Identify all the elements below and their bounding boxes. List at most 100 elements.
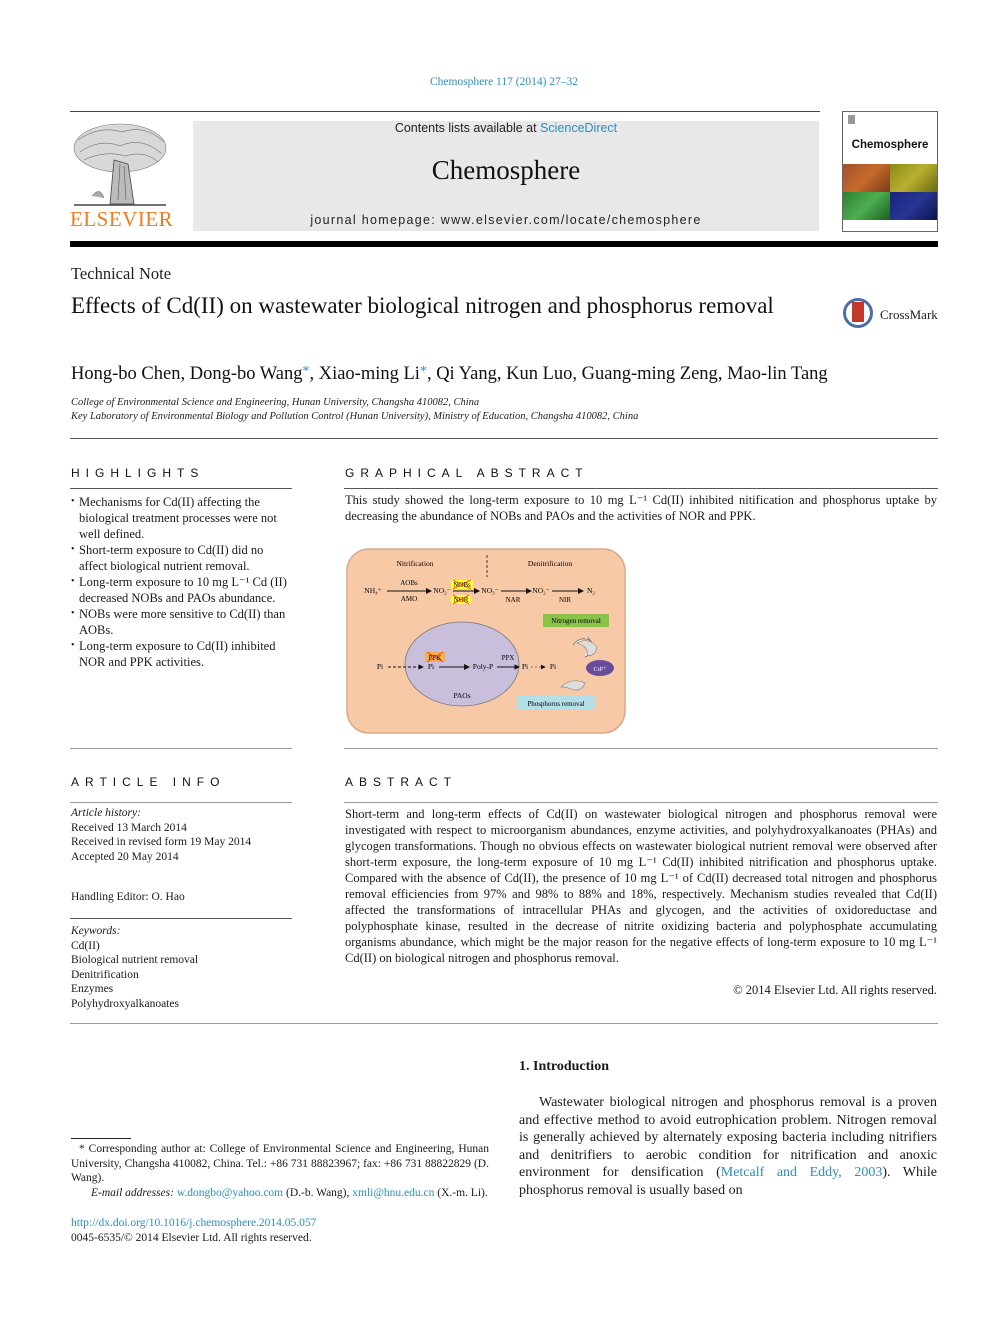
pi-inside-label: Pi [428, 662, 434, 671]
introduction-text: Wastewater biological nitrogen and phosp… [519, 1094, 937, 1199]
cover-tile-orange [843, 164, 890, 192]
abstract-rule [344, 802, 938, 803]
author: Mao-lin Tang [727, 364, 828, 384]
amo-label: AMO [401, 595, 417, 603]
journal-homepage[interactable]: journal homepage: www.elsevier.com/locat… [193, 213, 819, 227]
doi-link[interactable]: http://dx.doi.org/10.1016/j.chemosphere.… [71, 1216, 316, 1231]
affiliation: College of Environmental Science and Eng… [71, 397, 480, 408]
nh4-label: NH₄⁺ [364, 586, 381, 595]
email-link-wang[interactable]: w.dongbo@yahoo.com [177, 1187, 283, 1199]
pi-release-label: Pi [522, 662, 528, 671]
keywords-rule [70, 918, 292, 919]
article-info-heading: ARTICLE INFO [71, 775, 226, 789]
nir-label: NIR [559, 596, 571, 604]
graphical-abstract-rule [344, 488, 938, 489]
abstract-bottom-rule [70, 1023, 938, 1024]
no2-label: NO₂⁻ [433, 586, 450, 595]
cd-ion-label: Cd²⁺ [594, 666, 608, 673]
keyword: Denitrification [71, 968, 139, 981]
author: Dong-bo Wang [189, 364, 303, 384]
abstract-copyright: © 2014 Elsevier Ltd. All rights reserved… [733, 983, 937, 997]
corresponding-author-marker[interactable]: * [420, 364, 427, 379]
author: Guang-ming Zeng [581, 364, 718, 384]
highlight-item: NOBs were more sensitive to Cd(II) than … [71, 606, 293, 638]
elsevier-logo[interactable]: ELSEVIER [70, 120, 174, 232]
email-line: E-mail addresses: w.dongbo@yahoo.com (D.… [71, 1186, 489, 1201]
corresponding-author-note: * Corresponding author at: College of En… [71, 1143, 489, 1184]
graphical-abstract-text: This study showed the long-term exposure… [345, 493, 937, 523]
footnote-rule [71, 1138, 131, 1139]
highlights-rule [70, 488, 292, 489]
highlights-list: Mechanisms for Cd(II) affecting the biol… [71, 494, 293, 670]
author: Hong-bo Chen [71, 364, 181, 384]
journal-cover-thumbnail[interactable]: Chemosphere [842, 111, 938, 232]
article-title: Effects of Cd(II) on wastewater biologic… [71, 293, 774, 318]
citation-link[interactable]: Metcalf and Eddy, 2003 [721, 1165, 883, 1180]
sciencedirect-link[interactable]: ScienceDirect [540, 121, 617, 135]
corresponding-author-marker[interactable]: * [302, 364, 309, 379]
no2-label-2: NO₂⁻ [532, 586, 549, 595]
author-list: Hong-bo Chen, Dong-bo Wang*, Xiao-ming L… [71, 364, 828, 384]
history-accepted: Accepted 20 May 2014 [71, 850, 179, 863]
ppk-label: PPK [429, 654, 442, 662]
graphical-abstract-heading: GRAPHICAL ABSTRACT [345, 466, 589, 480]
email-owner: (D.-b. Wang), [283, 1186, 350, 1199]
cover-tile-yellow [890, 164, 937, 192]
nar-label: NAR [506, 596, 521, 604]
history-revised: Received in revised form 19 May 2014 [71, 836, 252, 848]
article-info-rule [70, 802, 292, 803]
title-block-rule [70, 438, 938, 439]
crossmark-button[interactable]: CrossMark [843, 298, 943, 334]
elsevier-tree-icon [73, 123, 167, 206]
no3-label: NO₃⁻ [481, 586, 498, 595]
journal-reference-link[interactable]: Chemosphere 117 (2014) 27–32 [0, 76, 992, 88]
affiliation: Key Laboratory of Environmental Biology … [71, 411, 639, 422]
pi-final-label: Pi [550, 662, 556, 671]
cover-elsevier-icon [848, 115, 855, 124]
cover-tile-green [843, 192, 890, 220]
contents-prefix: Contents lists available at [394, 121, 541, 135]
nitrogen-removal-label: Nitrogen removal [551, 617, 601, 625]
contents-line: Contents lists available at ScienceDirec… [193, 121, 819, 135]
keywords-label: Keywords: [71, 925, 121, 937]
highlight-item: Mechanisms for Cd(II) affecting the biol… [71, 494, 293, 542]
issn-copyright: 0045-6535/© 2014 Elsevier Ltd. All right… [71, 1232, 312, 1244]
journal-title: Chemosphere [431, 155, 581, 185]
pi-outside-label: Pi [377, 662, 383, 671]
footnote-block: * Corresponding author at: College of En… [71, 1142, 489, 1200]
abstract-text: Short-term and long-term effects of Cd(I… [345, 807, 937, 965]
keyword: Biological nutrient removal [71, 954, 199, 966]
crossmark-label: CrossMark [880, 307, 938, 322]
elsevier-wordmark: ELSEVIER [70, 207, 174, 231]
paos-label: PAOs [453, 691, 470, 700]
article-history-label: Article history: [71, 807, 141, 819]
highlight-item: Long-term exposure to 10 mg L⁻¹ Cd (II) … [71, 574, 293, 606]
ppx-label: PPX [502, 654, 515, 662]
graphical-abstract-figure[interactable]: Nitrification Denitrification NH₄⁺ AOBs … [345, 547, 627, 735]
crossmark-ribbon-icon [852, 302, 864, 322]
doi-block: http://dx.doi.org/10.1016/j.chemosphere.… [71, 1216, 316, 1246]
article-history: Article history: Received 13 March 2014 … [71, 806, 251, 864]
email-label: E-mail addresses: [91, 1186, 174, 1199]
email-link-li[interactable]: xmli@hnu.edu.cn [352, 1187, 434, 1199]
author: Kun Luo [506, 364, 573, 384]
keyword: Enzymes [71, 983, 114, 995]
polyp-label: Poly-P [473, 662, 493, 671]
history-received: Received 13 March 2014 [71, 821, 187, 834]
highlight-item: Short-term exposure to Cd(II) did no aff… [71, 542, 293, 574]
journal-banner: Contents lists available at ScienceDirec… [193, 121, 819, 231]
email-owner: (X.-m. Li). [434, 1186, 488, 1199]
article-type: Technical Note [71, 264, 172, 283]
phosphorus-removal-label: Phosphorus removal [527, 700, 584, 708]
keyword: Polyhydroxyalkanoates [71, 997, 179, 1010]
abstract-heading: ABSTRACT [345, 775, 458, 789]
highlight-item: Long-term exposure to Cd(II) inhibited N… [71, 638, 293, 670]
denitrification-label: Denitrification [528, 559, 572, 568]
nitrification-label: Nitrification [396, 559, 433, 568]
cover-tile-blue [890, 192, 937, 220]
keyword: Cd(II) [71, 939, 100, 952]
author: Qi Yang [436, 364, 497, 384]
n2-label: N₂ [587, 586, 595, 595]
keywords-block: Keywords: Cd(II) Biological nutrient rem… [71, 924, 198, 1011]
introduction-heading: 1. Introduction [519, 1059, 609, 1074]
